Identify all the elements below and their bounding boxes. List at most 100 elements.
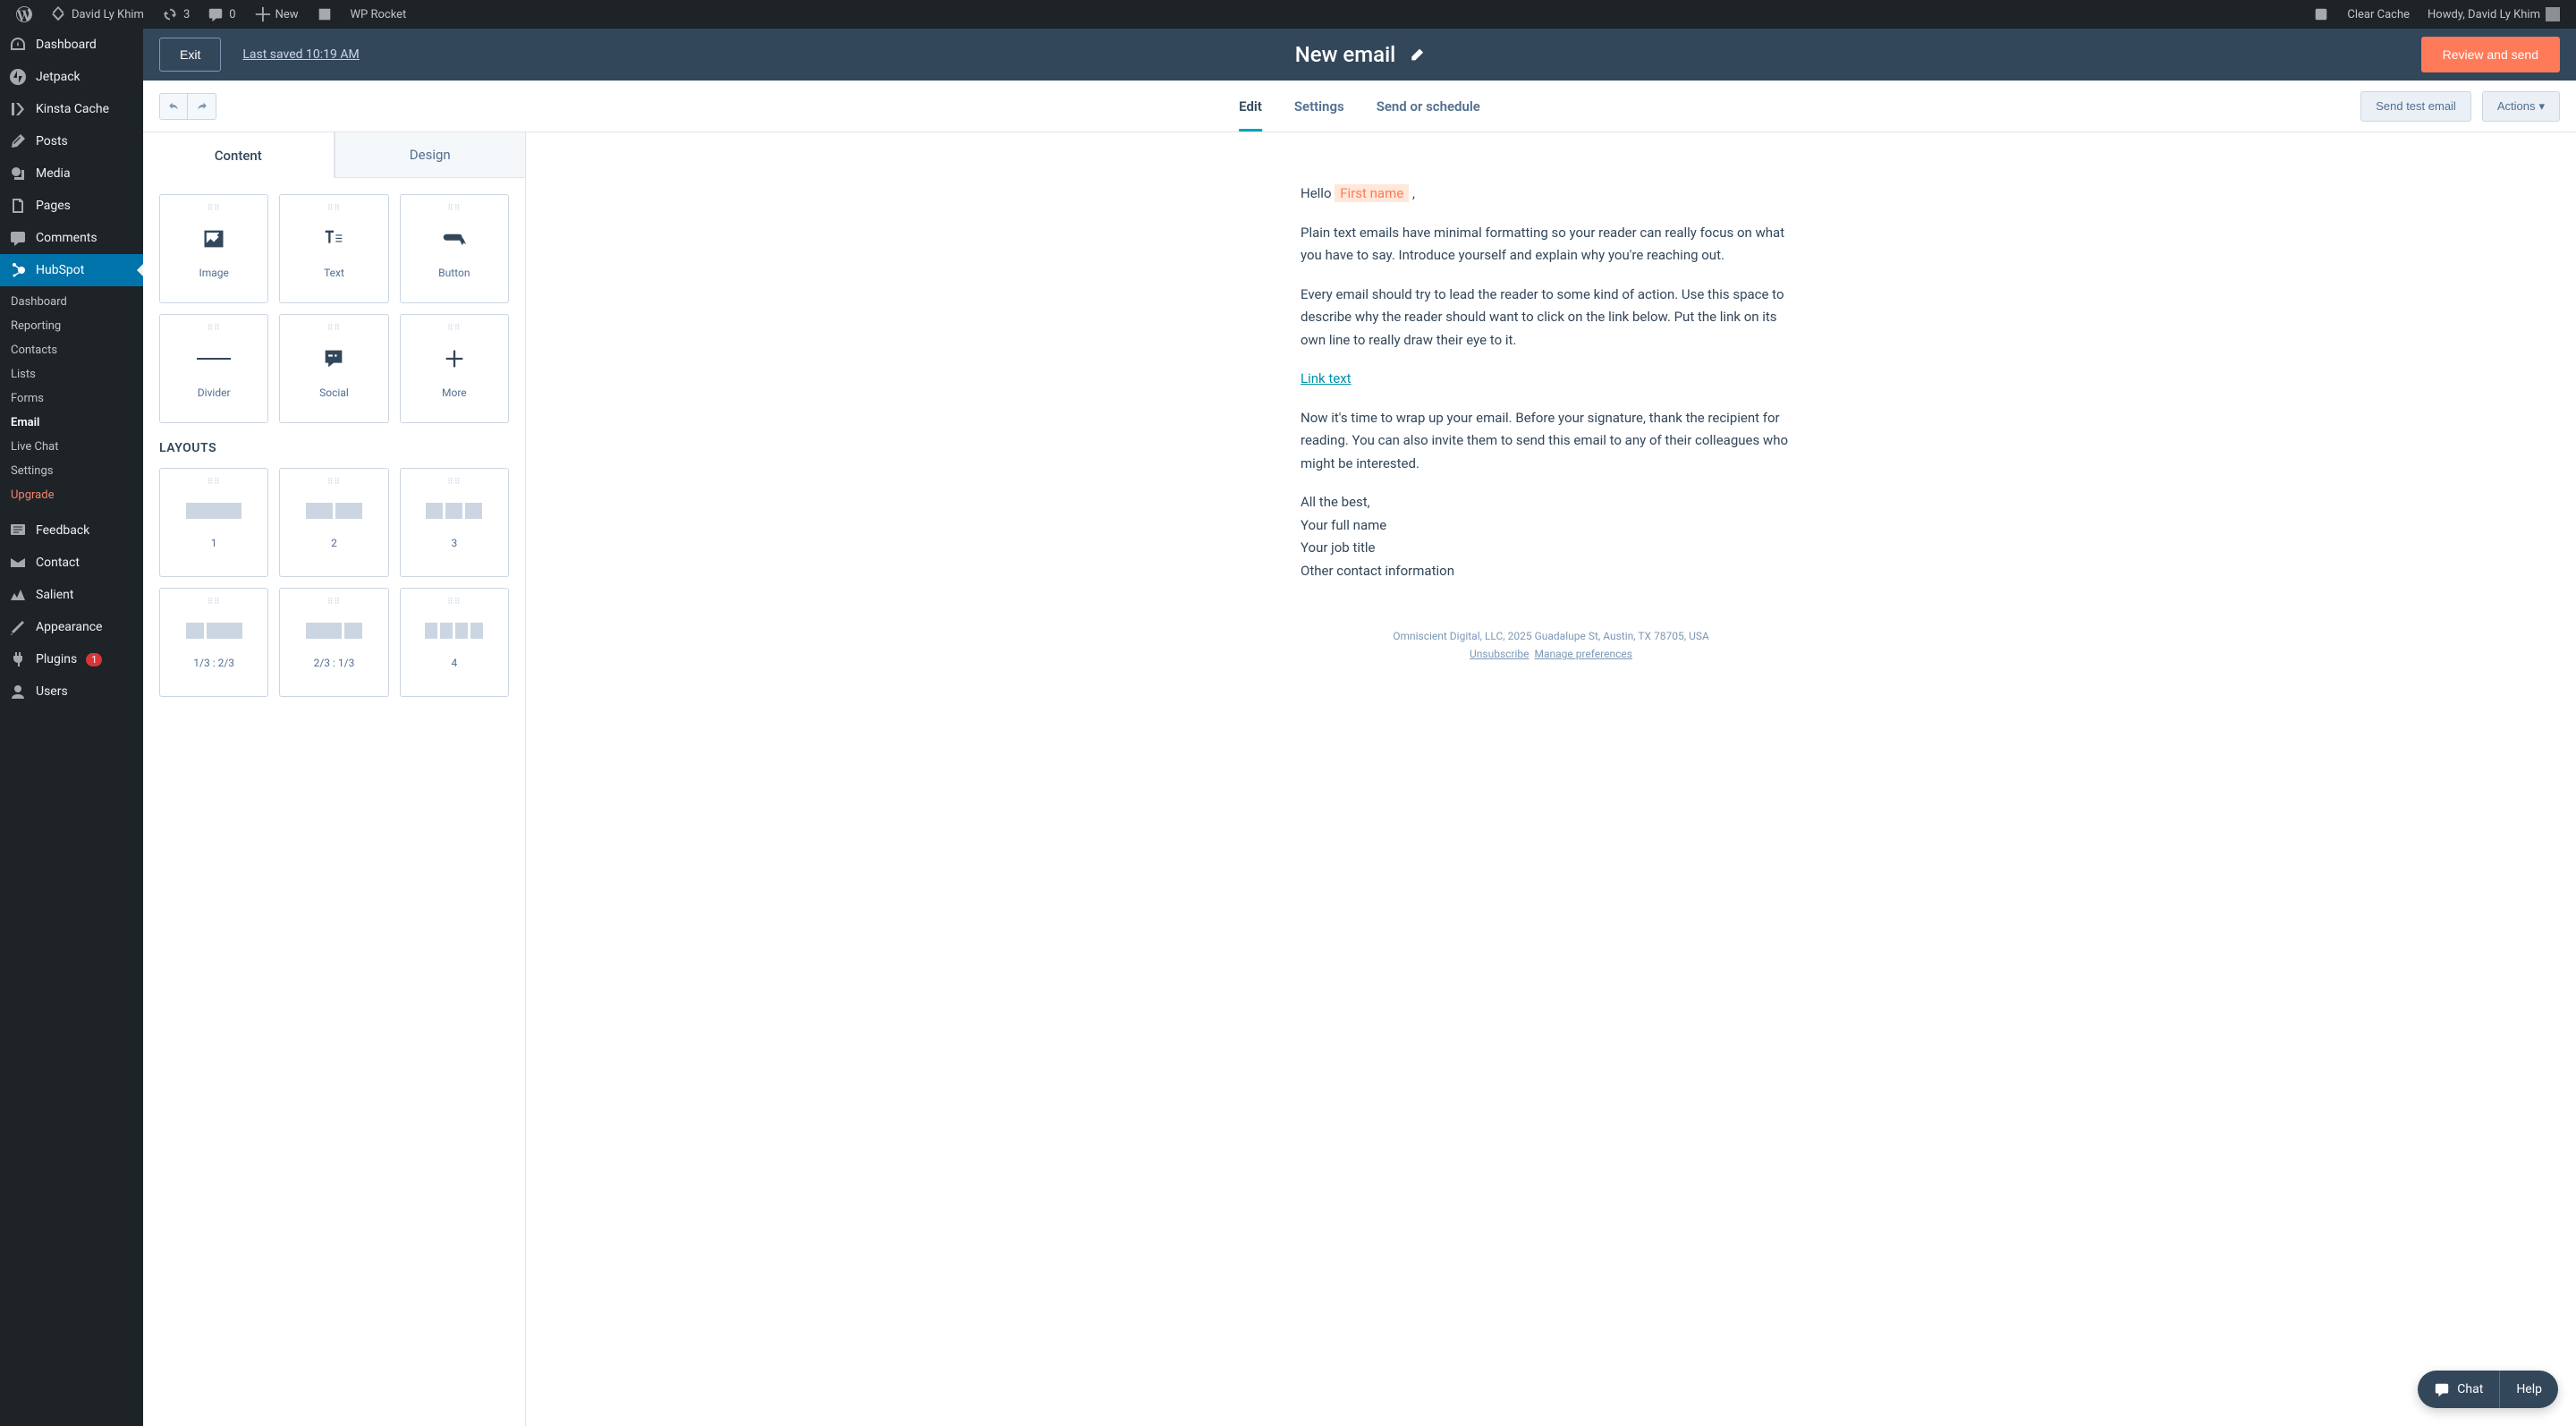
menu-salient[interactable]: Salient bbox=[0, 579, 143, 611]
submenu-lists[interactable]: Lists bbox=[0, 362, 143, 386]
layout-2[interactable]: ⠿⠿2 bbox=[279, 468, 388, 577]
layout-13-23[interactable]: ⠿⠿1/3 : 2/3 bbox=[159, 588, 268, 697]
menu-hubspot[interactable]: HubSpot bbox=[0, 254, 143, 286]
hubspot-submenu: Dashboard Reporting Contacts Lists Forms… bbox=[0, 286, 143, 514]
grip-icon: ⠿⠿ bbox=[447, 478, 461, 487]
grip-icon: ⠿⠿ bbox=[327, 598, 341, 607]
grip-icon: ⠿⠿ bbox=[327, 324, 341, 333]
submenu-reporting[interactable]: Reporting bbox=[0, 314, 143, 338]
email-greeting[interactable]: Hello First name , bbox=[1301, 182, 1801, 206]
comments-bar[interactable]: 0 bbox=[199, 0, 244, 29]
email-paragraph-1[interactable]: Plain text emails have minimal formattin… bbox=[1301, 222, 1801, 267]
email-title: New email bbox=[1295, 42, 1396, 67]
menu-kinsta[interactable]: Kinsta Cache bbox=[0, 93, 143, 125]
menu-appearance[interactable]: Appearance bbox=[0, 611, 143, 643]
block-divider[interactable]: ⠿⠿Divider bbox=[159, 314, 268, 423]
wp-rocket[interactable]: WP Rocket bbox=[342, 0, 416, 29]
email-paragraph-3[interactable]: Now it's time to wrap up your email. Bef… bbox=[1301, 407, 1801, 476]
manage-preferences-link[interactable]: Manage preferences bbox=[1534, 648, 1631, 660]
layout-1[interactable]: ⠿⠿1 bbox=[159, 468, 268, 577]
review-send-button[interactable]: Review and send bbox=[2421, 37, 2560, 72]
panel-tab-design[interactable]: Design bbox=[335, 132, 526, 178]
grip-icon: ⠿⠿ bbox=[208, 598, 221, 607]
tab-edit[interactable]: Edit bbox=[1239, 81, 1262, 132]
wp-logo[interactable] bbox=[7, 0, 41, 29]
panel-tab-content[interactable]: Content bbox=[143, 132, 335, 178]
exit-button[interactable]: Exit bbox=[159, 38, 221, 72]
email-canvas[interactable]: Hello First name , Plain text emails hav… bbox=[526, 132, 2576, 1426]
submenu-settings[interactable]: Settings bbox=[0, 459, 143, 483]
chat-widget: Chat Help bbox=[2418, 1371, 2558, 1408]
submenu-dashboard[interactable]: Dashboard bbox=[0, 290, 143, 314]
updates[interactable]: 3 bbox=[153, 0, 199, 29]
site-name[interactable]: David Ly Khim bbox=[41, 0, 153, 29]
caret-down-icon: ▾ bbox=[2538, 99, 2545, 113]
tab-settings[interactable]: Settings bbox=[1294, 81, 1344, 132]
grip-icon: ⠿⠿ bbox=[327, 204, 341, 213]
grip-icon: ⠿⠿ bbox=[208, 204, 221, 213]
submenu-forms[interactable]: Forms bbox=[0, 386, 143, 411]
block-text[interactable]: ⠿⠿Text bbox=[279, 194, 388, 303]
menu-dashboard[interactable]: Dashboard bbox=[0, 29, 143, 61]
content-panel: Content Design ⠿⠿Image ⠿⠿Text ⠿⠿Button ⠿… bbox=[143, 132, 526, 1426]
menu-media[interactable]: Media bbox=[0, 157, 143, 190]
comments-count: 0 bbox=[229, 8, 235, 21]
block-image[interactable]: ⠿⠿Image bbox=[159, 194, 268, 303]
menu-contact[interactable]: Contact bbox=[0, 547, 143, 579]
howdy[interactable]: Howdy, David Ly Khim bbox=[2419, 0, 2569, 29]
layouts-heading: LAYOUTS bbox=[159, 441, 509, 455]
plugins-badge: 1 bbox=[86, 653, 102, 666]
image-icon bbox=[201, 226, 226, 251]
tab-send-schedule[interactable]: Send or schedule bbox=[1377, 81, 1480, 132]
block-more[interactable]: ⠿⠿More bbox=[400, 314, 509, 423]
block-button[interactable]: ⠿⠿Button bbox=[400, 194, 509, 303]
menu-posts[interactable]: Posts bbox=[0, 125, 143, 157]
notifications[interactable] bbox=[2304, 0, 2338, 29]
chat-button[interactable]: Chat bbox=[2418, 1371, 2499, 1408]
undo-button[interactable] bbox=[159, 93, 188, 120]
new-label: New bbox=[275, 8, 299, 21]
chat-icon bbox=[2434, 1381, 2450, 1397]
menu-pages[interactable]: Pages bbox=[0, 190, 143, 222]
email-footer: Omniscient Digital, LLC, 2025 Guadalupe … bbox=[1301, 627, 1801, 664]
text-icon bbox=[321, 226, 346, 251]
menu-jetpack[interactable]: Jetpack bbox=[0, 61, 143, 93]
help-button[interactable]: Help bbox=[2499, 1371, 2558, 1408]
yoast[interactable] bbox=[308, 0, 342, 29]
grip-icon: ⠿⠿ bbox=[208, 324, 221, 333]
submenu-upgrade[interactable]: Upgrade bbox=[0, 483, 143, 507]
personalization-token[interactable]: First name bbox=[1335, 184, 1409, 202]
menu-users[interactable]: Users bbox=[0, 675, 143, 708]
clear-cache[interactable]: Clear Cache bbox=[2338, 0, 2419, 29]
social-icon bbox=[321, 346, 346, 371]
submenu-email[interactable]: Email bbox=[0, 411, 143, 435]
send-test-button[interactable]: Send test email bbox=[2360, 91, 2471, 122]
layout-23-13[interactable]: ⠿⠿2/3 : 1/3 bbox=[279, 588, 388, 697]
block-social[interactable]: ⠿⠿Social bbox=[279, 314, 388, 423]
wp-sidebar: Dashboard Jetpack Kinsta Cache Posts Med… bbox=[0, 29, 143, 1426]
email-paragraph-2[interactable]: Every email should try to lead the reade… bbox=[1301, 284, 1801, 352]
grip-icon: ⠿⠿ bbox=[447, 204, 461, 213]
menu-plugins[interactable]: Plugins1 bbox=[0, 643, 143, 675]
edit-title-icon[interactable] bbox=[1410, 47, 1424, 62]
hs-header: Exit Last saved 10:19 AM New email Revie… bbox=[143, 29, 2576, 81]
last-saved[interactable]: Last saved 10:19 AM bbox=[242, 47, 359, 62]
button-icon bbox=[442, 226, 467, 251]
email-signature[interactable]: All the best, Your full name Your job ti… bbox=[1301, 491, 1801, 582]
redo-button[interactable] bbox=[188, 93, 216, 120]
avatar bbox=[2546, 7, 2560, 21]
layout-3[interactable]: ⠿⠿3 bbox=[400, 468, 509, 577]
actions-dropdown[interactable]: Actions▾ bbox=[2482, 91, 2560, 122]
layout-4[interactable]: ⠿⠿4 bbox=[400, 588, 509, 697]
grip-icon: ⠿⠿ bbox=[447, 324, 461, 333]
submenu-contacts[interactable]: Contacts bbox=[0, 338, 143, 362]
submenu-livechat[interactable]: Live Chat bbox=[0, 435, 143, 459]
hubspot-editor: Exit Last saved 10:19 AM New email Revie… bbox=[143, 29, 2576, 1426]
unsubscribe-link[interactable]: Unsubscribe bbox=[1470, 648, 1530, 660]
grip-icon: ⠿⠿ bbox=[208, 478, 221, 487]
divider-icon bbox=[197, 358, 231, 360]
new-content[interactable]: New bbox=[245, 0, 308, 29]
email-link[interactable]: Link text bbox=[1301, 370, 1352, 386]
menu-feedback[interactable]: Feedback bbox=[0, 514, 143, 547]
menu-comments[interactable]: Comments bbox=[0, 222, 143, 254]
